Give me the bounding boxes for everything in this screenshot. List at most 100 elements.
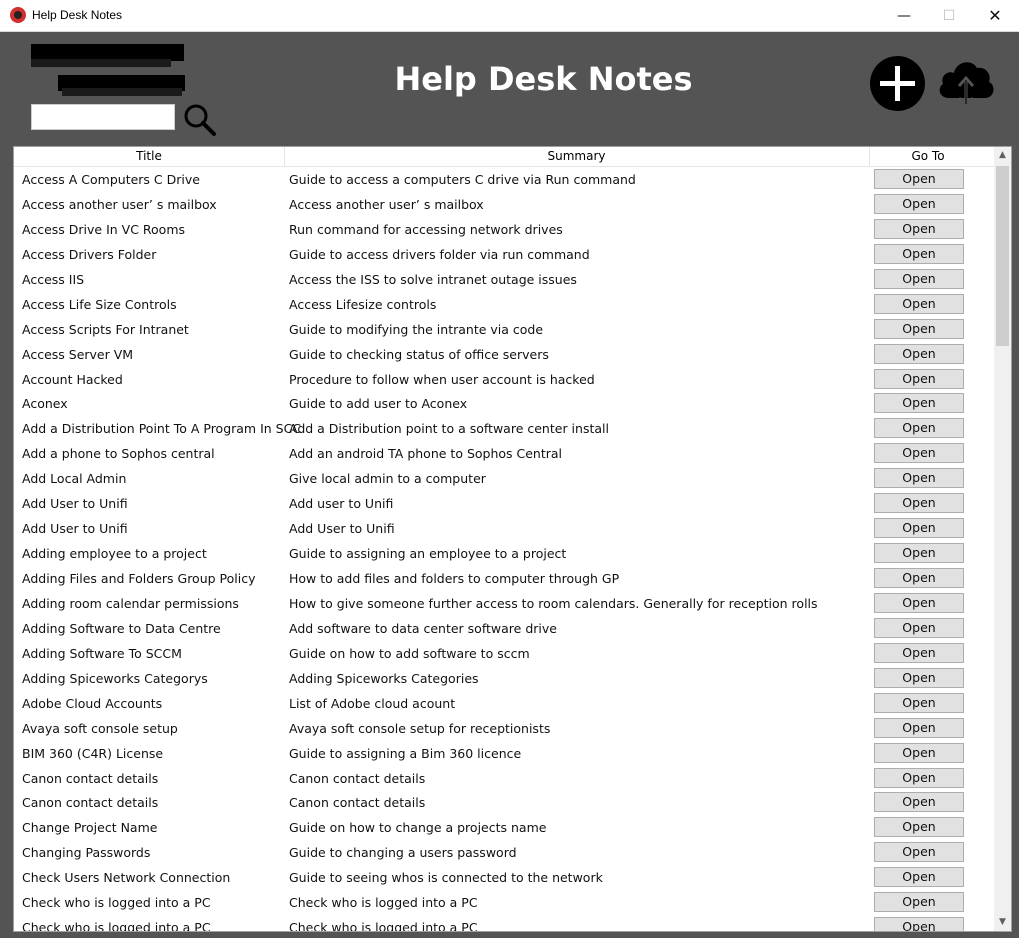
- table-header: Title Summary Go To: [14, 147, 994, 167]
- cloud-upload-icon[interactable]: [935, 54, 997, 110]
- note-title: Add a Distribution Point To A Program In…: [22, 421, 302, 437]
- table-row: Add Local Admin Give local admin to a com…: [14, 466, 994, 491]
- maximize-button[interactable]: ☐: [926, 0, 972, 31]
- open-button[interactable]: Open: [874, 817, 964, 838]
- open-button[interactable]: Open: [874, 169, 964, 189]
- note-summary: Check who is logged into a PC: [289, 895, 478, 911]
- table-row: Account Hacked Procedure to follow when u…: [14, 367, 994, 392]
- note-title: Adding Files and Folders Group Policy: [22, 571, 256, 586]
- open-button[interactable]: Open: [874, 318, 964, 339]
- column-header-summary[interactable]: Summary: [284, 147, 870, 166]
- table-row: Adobe Cloud Accounts List of Adobe cloud …: [14, 691, 994, 716]
- table-row: Access Drive In VC Rooms Run command for …: [14, 217, 994, 242]
- scroll-up-arrow-icon[interactable]: ▲: [994, 147, 1011, 164]
- note-summary: Access another user’ s mailbox: [289, 196, 484, 212]
- note-title: Check who is logged into a PC: [22, 895, 211, 911]
- open-button[interactable]: Open: [874, 493, 964, 514]
- table-row: Access IIS Access the ISS to solve intran…: [14, 267, 994, 292]
- note-title: Add User to Unifi: [22, 521, 128, 537]
- table-row: Canon contact details Canon contact detai…: [14, 790, 994, 815]
- window-title: Help Desk Notes: [32, 8, 123, 22]
- note-summary: Add user to Unifi: [289, 496, 394, 512]
- open-button[interactable]: Open: [874, 418, 964, 439]
- table-row: Canon contact details Canon contact detai…: [14, 766, 994, 791]
- scroll-down-arrow-icon[interactable]: ▼: [994, 914, 1011, 931]
- open-button[interactable]: Open: [874, 343, 964, 364]
- column-header-go-to[interactable]: Go To: [869, 147, 987, 166]
- open-button[interactable]: Open: [874, 742, 964, 763]
- table-row: Adding Software to Data Centre Add softwa…: [14, 616, 994, 641]
- open-button[interactable]: Open: [874, 867, 964, 888]
- note-title: Check who is logged into a PC: [22, 920, 211, 932]
- open-button[interactable]: Open: [874, 193, 964, 214]
- note-title: Adding Software to Data Centre: [22, 620, 221, 636]
- open-button[interactable]: Open: [874, 218, 964, 239]
- close-button[interactable]: ✕: [972, 0, 1018, 31]
- notes-table: Title Summary Go To Access A Computers C…: [13, 146, 1012, 932]
- table-row: Adding Software To SCCM Guide on how to a…: [14, 641, 994, 666]
- open-button[interactable]: Open: [874, 393, 964, 414]
- open-button[interactable]: Open: [874, 268, 964, 289]
- open-button[interactable]: Open: [874, 243, 964, 264]
- search-icon[interactable]: [181, 101, 217, 137]
- open-button[interactable]: Open: [874, 543, 964, 564]
- note-title: Add Local Admin: [22, 471, 127, 487]
- open-button[interactable]: Open: [874, 368, 964, 389]
- note-title: Add User to Unifi: [22, 496, 128, 512]
- table-row: Check who is logged into a PC Check who i…: [14, 890, 994, 915]
- open-button[interactable]: Open: [874, 617, 964, 638]
- open-button[interactable]: Open: [874, 892, 964, 913]
- open-button[interactable]: Open: [874, 667, 964, 688]
- open-button[interactable]: Open: [874, 692, 964, 713]
- open-button[interactable]: Open: [874, 568, 964, 588]
- note-summary: Guide to changing a users password: [289, 845, 517, 861]
- table-row: Adding Spiceworks Categorys Adding Spicew…: [14, 666, 994, 691]
- note-title: Access Drivers Folder: [22, 246, 157, 262]
- column-header-title[interactable]: Title: [14, 147, 285, 166]
- search-input[interactable]: [31, 104, 175, 130]
- open-button[interactable]: Open: [874, 792, 964, 813]
- note-title: Aconex: [22, 396, 68, 412]
- table-row: Add User to Unifi Add User to Unifi Open: [14, 516, 994, 541]
- table-row: Change Project Name Guide on how to chang…: [14, 815, 994, 840]
- note-title: BIM 360 (C4R) License: [22, 745, 164, 761]
- note-summary: Procedure to follow when user account is…: [289, 371, 595, 387]
- note-title: Canon contact details: [22, 795, 159, 811]
- note-summary: Give local admin to a computer: [289, 471, 486, 487]
- open-button[interactable]: Open: [874, 717, 964, 738]
- note-title: Canon contact details: [22, 770, 159, 786]
- note-summary: Add an android TA phone to Sophos Centra…: [289, 446, 563, 462]
- note-summary: How to give someone further access to ro…: [289, 595, 818, 611]
- note-summary: Canon contact details: [289, 770, 426, 786]
- scroll-thumb[interactable]: [996, 166, 1009, 346]
- table-row: Access another user’ s mailbox Access ano…: [14, 192, 994, 217]
- note-title: Add a phone to Sophos central: [22, 446, 215, 462]
- table-row: Add a Distribution Point To A Program In…: [14, 416, 994, 441]
- table-row: Access Server VM Guide to checking status…: [14, 342, 994, 367]
- vertical-scrollbar[interactable]: ▲ ▼: [994, 147, 1011, 931]
- table-row: Check who is logged into a PC Check who i…: [14, 915, 994, 932]
- note-summary: Guide to modifying the intrante via code: [289, 321, 544, 337]
- open-button[interactable]: Open: [874, 642, 964, 663]
- note-title: Adobe Cloud Accounts: [22, 695, 163, 711]
- open-button[interactable]: Open: [874, 443, 964, 464]
- note-title: Adding employee to a project: [22, 546, 207, 562]
- note-summary: Access the ISS to solve intranet outage …: [289, 271, 577, 287]
- note-title: Access A Computers C Drive: [22, 172, 200, 187]
- open-button[interactable]: Open: [874, 767, 964, 788]
- open-button[interactable]: Open: [874, 842, 964, 863]
- open-button[interactable]: Open: [874, 592, 964, 613]
- add-note-button[interactable]: [869, 55, 926, 112]
- open-button[interactable]: Open: [874, 468, 964, 489]
- table-row: Access Drivers Folder Guide to access dri…: [14, 242, 994, 267]
- note-title: Access Server VM: [22, 346, 134, 362]
- open-button[interactable]: Open: [874, 518, 964, 539]
- note-title: Adding Spiceworks Categorys: [22, 670, 208, 686]
- window-title-bar: Help Desk Notes — ☐ ✕: [0, 0, 1019, 32]
- note-summary: Guide to access drivers folder via run c…: [289, 246, 590, 262]
- app-icon: [10, 7, 26, 23]
- open-button[interactable]: Open: [874, 293, 964, 314]
- open-button[interactable]: Open: [874, 917, 964, 931]
- note-summary: Guide to seeing whos is connected to the…: [289, 870, 603, 886]
- minimize-button[interactable]: —: [881, 0, 927, 31]
